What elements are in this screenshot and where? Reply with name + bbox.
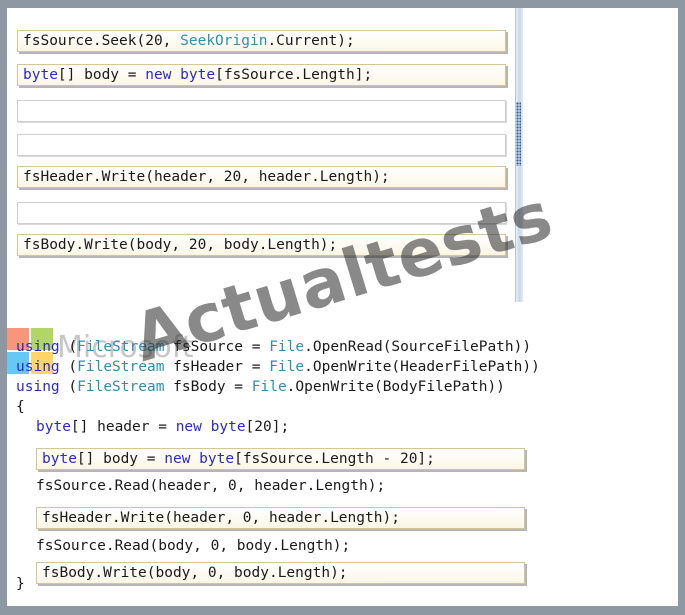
answer-slot-empty[interactable] (17, 100, 506, 122)
code-line-using-header: using (FileStream fsHeader = File.OpenWr… (16, 359, 540, 375)
answer-slot-empty[interactable] (17, 134, 506, 156)
code-open-brace: { (16, 399, 25, 415)
answer-block-body-alloc[interactable]: byte[] body = new byte[fsSource.Length]; (17, 64, 506, 86)
target-block-header-write[interactable]: fsHeader.Write(header, 0, header.Length)… (36, 507, 525, 529)
target-block-body-alloc[interactable]: byte[] body = new byte[fsSource.Length -… (36, 448, 525, 470)
code-line-read-header: fsSource.Read(header, 0, header.Length); (36, 478, 386, 494)
code-close-brace: } (16, 576, 25, 592)
code-line-using-source: using (FileStream fsSource = File.OpenRe… (16, 339, 532, 355)
code-line-header-alloc: byte[] header = new byte[20]; (36, 419, 290, 435)
drag-drop-question-panel: fsSource.Seek(20, SeekOrigin.Current); b… (7, 8, 678, 606)
code-line-read-body: fsSource.Read(body, 0, body.Length); (36, 538, 351, 554)
target-block-body-write[interactable]: fsBody.Write(body, 0, body.Length); (36, 562, 525, 584)
code-line-using-body: using (FileStream fsBody = File.OpenWrit… (16, 379, 505, 395)
answer-block-seek[interactable]: fsSource.Seek(20, SeekOrigin.Current); (17, 30, 506, 52)
answer-block-header-write[interactable]: fsHeader.Write(header, 20, header.Length… (17, 166, 506, 188)
splitter-grip-handle[interactable] (516, 102, 521, 166)
